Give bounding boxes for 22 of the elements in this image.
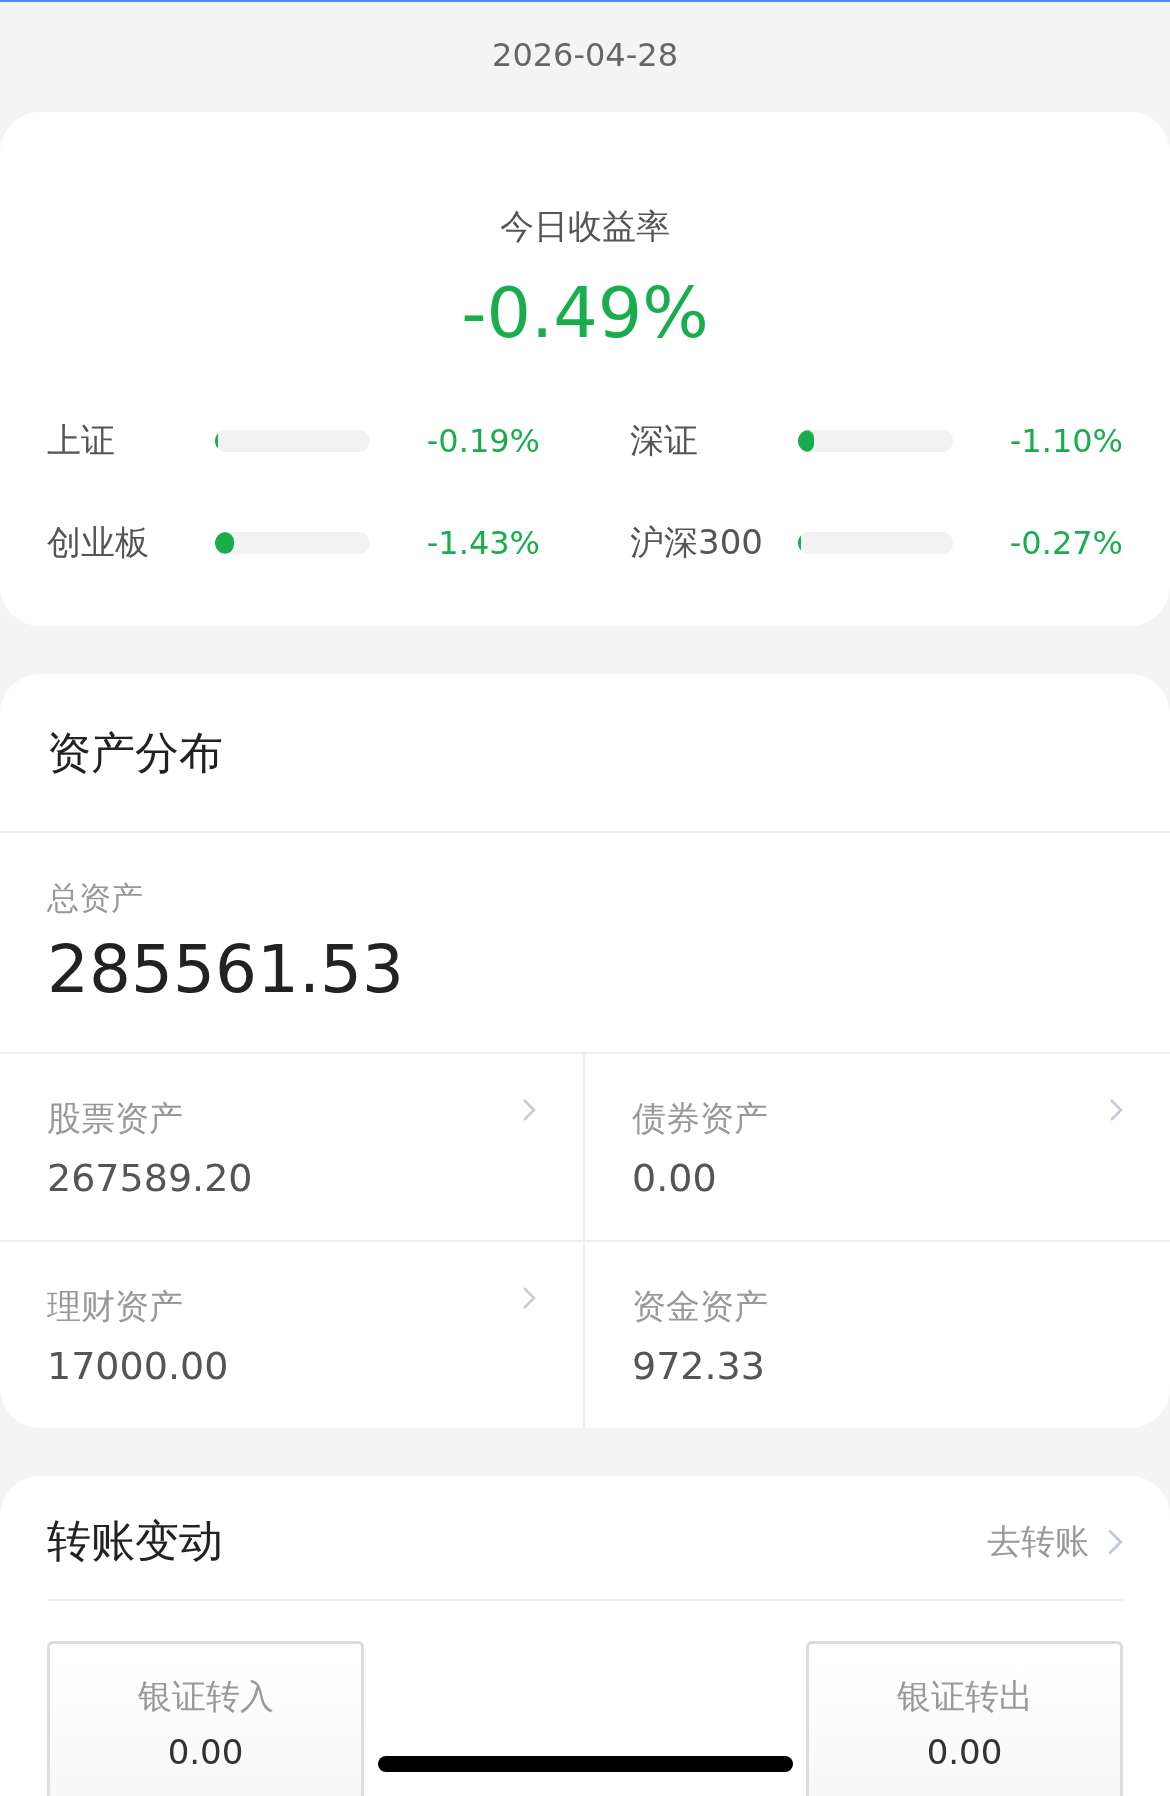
index-name: 上证: [47, 419, 116, 462]
total-assets-value: 285561.53: [47, 931, 405, 1008]
return-rate-title: 今日收益率: [499, 205, 671, 248]
index-change: -0.27%: [1008, 524, 1123, 562]
transfer-summary-box: 银证转入 0.00: [47, 1641, 364, 1796]
asset-item[interactable]: 资金资产 972.33: [585, 1242, 1170, 1428]
index-change: -1.10%: [1008, 422, 1123, 460]
date-label: 2026-04-28: [491, 35, 679, 76]
asset-item[interactable]: 股票资产 267589.20: [0, 1054, 585, 1242]
index-change: -1.43%: [425, 524, 540, 562]
chevron-icon: [1107, 1527, 1123, 1556]
section-title: 转账变动: [47, 1514, 223, 1568]
total-assets-label: 总资产: [47, 878, 144, 919]
asset-item[interactable]: 债券资产 0.00: [585, 1054, 1170, 1242]
return-rate-value: -0.49%: [460, 272, 710, 354]
index-name: 深证: [630, 419, 699, 462]
transfer-summary-box: 银证转出 0.00: [806, 1641, 1123, 1796]
index-name: 沪深300: [630, 521, 764, 564]
index-change: -0.19%: [425, 422, 540, 460]
asset-item[interactable]: 理财资产 17000.00: [0, 1242, 585, 1428]
index-name: 创业板: [47, 521, 150, 564]
section-title: 资产分布: [0, 674, 1170, 833]
